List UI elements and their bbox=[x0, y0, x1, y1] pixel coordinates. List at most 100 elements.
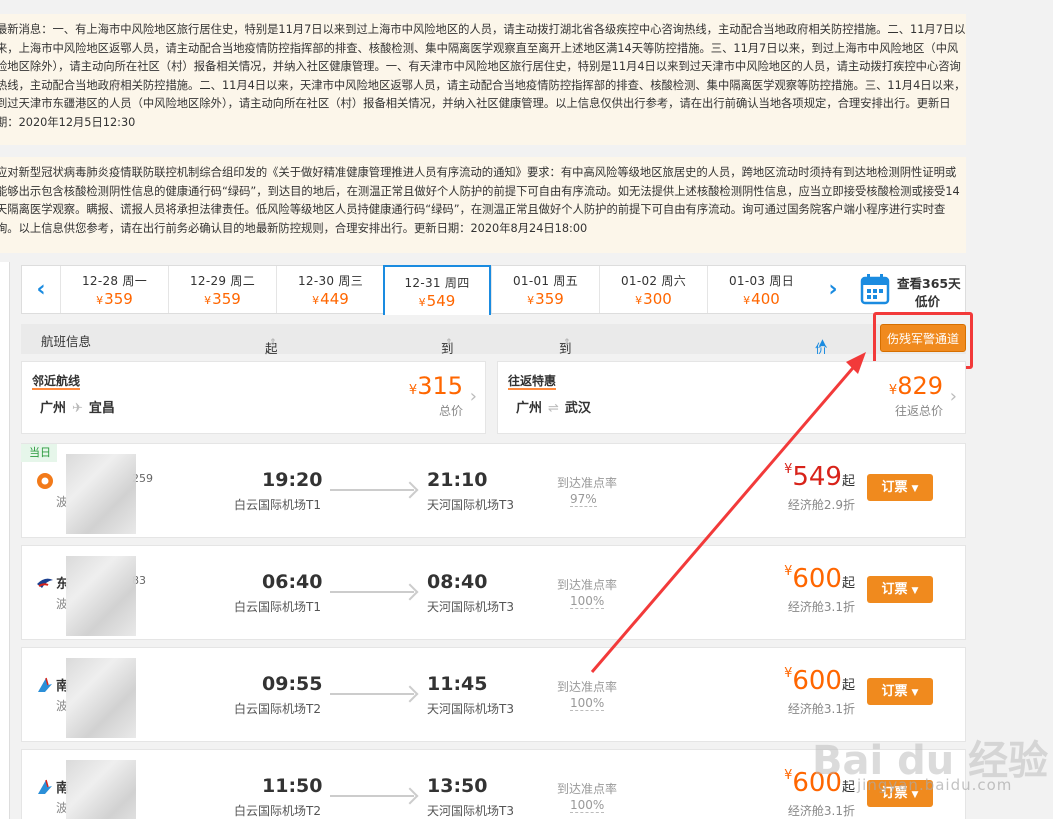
book-button[interactable]: 订票 ▼ bbox=[867, 678, 933, 705]
same-day-badge: 当日 bbox=[21, 444, 57, 462]
sort-caret-icon: ⇕ bbox=[269, 338, 277, 348]
departure-airport: 白云国际机场T1 bbox=[234, 498, 321, 512]
flight-price: ¥600起 bbox=[784, 666, 855, 696]
date-tab[interactable]: 01-01 周五 ¥359 bbox=[491, 266, 599, 313]
prev-dates-chevron-icon[interactable]: ‹ bbox=[22, 266, 60, 313]
date-selector: ‹ 12-28 周一 ¥359 12-29 周二 ¥359 12-30 周三 ¥… bbox=[21, 265, 966, 315]
mosaic-blur bbox=[66, 760, 136, 819]
date-label: 01-01 周五 bbox=[512, 274, 579, 288]
departure-time: 09:55 bbox=[262, 673, 323, 695]
next-dates-chevron-icon[interactable]: › bbox=[814, 266, 852, 313]
cabin-discount: 经济舱3.1折 bbox=[787, 702, 855, 716]
policy-notice: 应对新型冠状病毒肺炎疫情联防联控机制综合组印发的《关于做好精准健康管理推进人员有… bbox=[0, 157, 966, 253]
date-label: 01-02 周六 bbox=[620, 274, 687, 288]
date-tab[interactable]: 12-29 周二 ¥359 bbox=[168, 266, 276, 313]
sort-caret-icon: ⇕ bbox=[563, 338, 571, 348]
caret-down-icon: ▼ bbox=[911, 688, 919, 698]
calendar-icon bbox=[860, 274, 890, 305]
ontime-rate[interactable]: 100% bbox=[570, 594, 605, 609]
book-button[interactable]: 订票 ▼ bbox=[867, 474, 933, 501]
chevron-right-icon: › bbox=[469, 386, 477, 407]
ontime-label: 到达准点率 bbox=[557, 476, 618, 490]
ontime-rate[interactable]: 100% bbox=[570, 696, 605, 711]
sort-flight-info: 航班信息 bbox=[41, 334, 92, 349]
departure-airport: 白云国际机场T2 bbox=[234, 804, 321, 818]
departure-airport: 白云国际机场T2 bbox=[234, 702, 321, 716]
card-price: ¥829 bbox=[888, 372, 943, 400]
watermark-url: jingyan.baidu.com bbox=[857, 776, 1013, 794]
arrival-airport: 天河国际机场T3 bbox=[427, 702, 514, 716]
cal-label-2: 低价 bbox=[915, 294, 941, 309]
departure-time: 19:20 bbox=[262, 469, 323, 491]
ontime-label: 到达准点率 bbox=[557, 578, 618, 592]
flight-price: ¥600起 bbox=[784, 564, 855, 594]
date-label: 12-31 周四 bbox=[404, 276, 470, 290]
date-price: ¥549 bbox=[418, 292, 456, 310]
airline-logo-icon bbox=[38, 779, 52, 794]
epidemic-notice: 最新消息：一、有上海市中风险地区旅行居住史，特别是11月7日以来到过上海市中风险… bbox=[0, 14, 966, 145]
notice-text: 应对新型冠状病毒肺炎疫情联防联控机制综合组印发的《关于做好精准健康管理推进人员有… bbox=[0, 166, 960, 235]
card-price: ¥315 bbox=[408, 372, 463, 400]
cabin-discount: 经济舱2.9折 bbox=[787, 498, 855, 512]
flight-row[interactable]: 259 波 19:20 白云国际机场T1 21:10 天河国际机场T3 到达准点… bbox=[21, 443, 966, 538]
arrival-airport: 天河国际机场T3 bbox=[427, 600, 514, 614]
sort-asc-icon: ▲ bbox=[819, 338, 826, 348]
mosaic-blur bbox=[66, 556, 136, 636]
arrival-time: 21:10 bbox=[427, 469, 488, 491]
roundtrip-card[interactable]: 往返特惠 广州 ⇌ 武汉 ¥829 往返总价 › bbox=[497, 361, 966, 434]
route-arrow-icon bbox=[330, 693, 414, 695]
route-arrow-icon bbox=[330, 591, 414, 593]
card-route: 广州 ✈ 宜昌 bbox=[40, 401, 115, 416]
date-price: ¥359 bbox=[96, 290, 133, 308]
ontime-label: 到达准点率 bbox=[557, 782, 618, 796]
caret-down-icon: ▼ bbox=[911, 586, 919, 596]
page: 最新消息：一、有上海市中风险地区旅行居住史，特别是11月7日以来到过上海市中风险… bbox=[0, 0, 1053, 819]
arrival-airport: 天河国际机场T3 bbox=[427, 804, 514, 818]
date-tab[interactable]: 12-28 周一 ¥359 bbox=[60, 266, 168, 313]
caret-down-icon: ▼ bbox=[911, 484, 919, 494]
view-365-days-lowprice[interactable]: 查看365天 低价 bbox=[857, 266, 965, 313]
route-arrow-icon bbox=[330, 795, 414, 797]
date-price: ¥359 bbox=[204, 290, 241, 308]
date-tab[interactable]: 01-03 周日 ¥400 bbox=[707, 266, 815, 313]
arrival-time: 08:40 bbox=[427, 571, 488, 593]
date-label: 01-03 周日 bbox=[728, 274, 795, 288]
baidu-jingyan-watermark: Bai du 经验 jingyan.baidu.com bbox=[812, 728, 1052, 816]
date-label: 12-28 周一 bbox=[81, 274, 148, 288]
ontime-rate[interactable]: 97% bbox=[570, 492, 597, 507]
book-button[interactable]: 订票 ▼ bbox=[867, 576, 933, 603]
card-route: 广州 ⇌ 武汉 bbox=[516, 401, 591, 416]
date-tab-selected[interactable]: 12-31 周四 ¥549 bbox=[383, 265, 491, 315]
card-price-sub: 总价 bbox=[438, 404, 463, 418]
flight-row[interactable]: 东 83 波 06:40 白云国际机场T1 08:40 天河国际机场T3 到达准… bbox=[21, 545, 966, 640]
left-filter-panel bbox=[0, 262, 10, 819]
date-price: ¥449 bbox=[312, 290, 349, 308]
ontime-rate[interactable]: 100% bbox=[570, 798, 605, 813]
arrival-time: 11:45 bbox=[427, 673, 488, 695]
date-tab[interactable]: 12-30 周三 ¥449 bbox=[276, 266, 384, 313]
cabin-discount: 经济舱3.1折 bbox=[787, 600, 855, 614]
swap-arrows-icon: ⇌ bbox=[548, 401, 559, 416]
date-tab[interactable]: 01-02 周六 ¥300 bbox=[599, 266, 707, 313]
date-label: 12-30 周三 bbox=[297, 274, 364, 288]
card-price-sub: 往返总价 bbox=[894, 404, 943, 418]
departure-airport: 白云国际机场T1 bbox=[234, 600, 321, 614]
departure-time: 11:50 bbox=[262, 775, 323, 797]
arrival-airport: 天河国际机场T3 bbox=[427, 498, 514, 512]
airline-logo-icon bbox=[37, 578, 53, 588]
departure-time: 06:40 bbox=[262, 571, 323, 593]
sort-caret-icon: ⇕ bbox=[445, 338, 453, 348]
sort-bar: 航班信息 起飞时间⇕ 到达时间⇕ 到达准点率⇕ 价格▲ bbox=[21, 324, 966, 432]
ontime-label: 到达准点率 bbox=[557, 680, 618, 694]
cal-label-1: 查看365天 bbox=[897, 276, 961, 291]
date-price: ¥400 bbox=[743, 290, 780, 308]
date-label: 12-29 周二 bbox=[189, 274, 256, 288]
plane-icon: ✈ bbox=[72, 401, 83, 416]
nearby-route-card[interactable]: 邻近航线 广州 ✈ 宜昌 ¥315 总价 › bbox=[21, 361, 486, 434]
mosaic-blur bbox=[66, 454, 136, 534]
card-title: 邻近航线 bbox=[32, 374, 81, 390]
date-price: ¥300 bbox=[635, 290, 672, 308]
card-title: 往返特惠 bbox=[508, 374, 557, 390]
airline-logo-icon bbox=[38, 677, 52, 692]
airline-logo-icon bbox=[37, 473, 53, 489]
